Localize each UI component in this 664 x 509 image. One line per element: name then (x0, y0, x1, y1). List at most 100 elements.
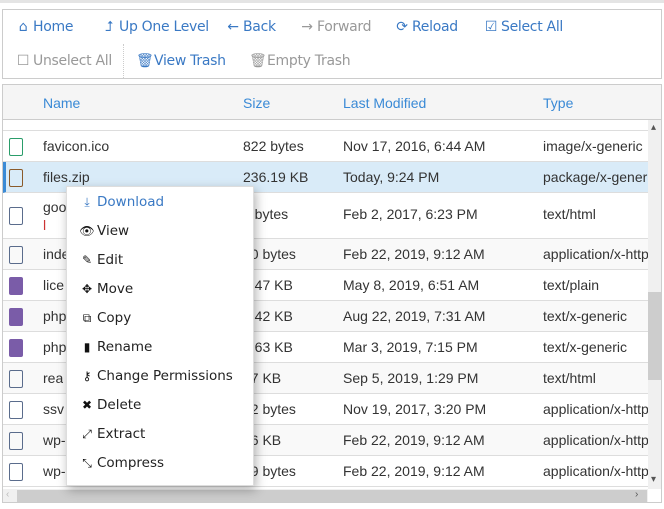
menu-item-extract[interactable]: ⤢ Extract (79, 426, 145, 442)
file-name-wrap: l (43, 217, 47, 233)
home-icon: ⌂ (18, 19, 28, 35)
file-type: package/x-generic (543, 169, 651, 185)
reload-button[interactable]: ⟳ Reload (394, 19, 458, 35)
back-label: Back (243, 19, 276, 35)
menu-item-label: Rename (97, 339, 153, 355)
file-modified: Nov 19, 2017, 3:20 PM (343, 401, 487, 417)
code-file-icon (9, 431, 23, 450)
menu-item-copy[interactable]: ⧉ Copy (79, 310, 132, 326)
pencil-icon: ✎ (81, 253, 93, 267)
toolbar: ⌂ Home ⮥ Up One Level ← Back → Forward ⟳ Relo… (2, 9, 662, 79)
text-file-icon (9, 307, 23, 326)
scroll-left-icon[interactable]: ‹ (6, 489, 9, 500)
file-type: application/x-httpd-php (543, 246, 648, 262)
menu-item-compress[interactable]: ⤡ Compress (79, 455, 164, 471)
file-name: wp- (43, 432, 66, 448)
move-arrows-icon: ✥ (81, 282, 93, 296)
file-type: application/x-httpd-php (543, 432, 648, 448)
expand-icon: ⤢ (82, 427, 92, 441)
menu-item-edit[interactable]: ✎ Edit (79, 252, 123, 268)
menu-item-label: Delete (97, 397, 142, 413)
arrow-left-icon: ← (227, 19, 239, 35)
file-name: php (43, 308, 67, 324)
key-icon: ⚷ (82, 369, 92, 383)
image-file-icon (9, 137, 23, 156)
unselect-all-label: Unselect All (33, 53, 112, 69)
level-up-icon: ⮥ (105, 19, 113, 35)
file-modified: Aug 22, 2019, 7:31 AM (343, 308, 486, 324)
toolbar-divider (123, 44, 124, 78)
empty-trash-button[interactable]: 🗑Empty Trash (249, 53, 351, 69)
vertical-scroll-thumb[interactable] (648, 292, 661, 380)
scroll-right-icon[interactable]: › (635, 489, 638, 500)
file-modified: Sep 5, 2019, 1:29 PM (343, 370, 479, 386)
home-label: Home (33, 19, 74, 35)
file-modified: Feb 22, 2019, 9:12 AM (343, 432, 485, 448)
file-size: 236.19 KB (243, 169, 309, 185)
file-modified: May 8, 2019, 6:51 AM (343, 277, 480, 293)
view-trash-label: View Trash (154, 53, 226, 69)
menu-item-delete[interactable]: ✖ Delete (79, 397, 141, 413)
file-name: php (43, 339, 67, 355)
top-border (0, 0, 664, 3)
code-file-icon (9, 462, 23, 481)
code-file-icon (9, 245, 23, 264)
zip-file-icon (9, 168, 23, 187)
file-modified: Mar 3, 2019, 7:15 PM (343, 339, 478, 355)
file-name: ssv (43, 401, 64, 417)
column-name[interactable]: Name (43, 95, 80, 111)
file-name: lice (43, 277, 65, 293)
file-type: text/html (543, 370, 596, 386)
select-all-button[interactable]: ☑ Select All (483, 19, 563, 35)
file-name: rea (43, 370, 64, 386)
forward-button[interactable]: → Forward (299, 19, 371, 35)
menu-item-change-permissions[interactable]: ⚷ Change Permissions (79, 368, 233, 384)
vertical-scrollbar[interactable]: ▴ ▾ (648, 120, 661, 489)
code-file-icon (9, 207, 23, 225)
text-file-icon (9, 338, 23, 357)
forward-label: Forward (317, 19, 372, 35)
arrow-right-icon: → (301, 19, 313, 35)
file-modified: Nov 17, 2016, 6:44 AM (343, 138, 486, 154)
scroll-down-icon[interactable]: ▾ (651, 474, 656, 485)
code-file-icon (9, 369, 23, 388)
view-trash-button[interactable]: 🗑View Trash (136, 53, 226, 69)
back-button[interactable]: ← Back (225, 19, 276, 35)
file-modified: Today, 9:24 PM (343, 169, 440, 185)
menu-item-view[interactable]: 👁 View (79, 223, 129, 239)
horizontal-scroll-thumb[interactable] (17, 490, 647, 502)
menu-item-label: Change Permissions (97, 368, 233, 384)
column-last-modified[interactable]: Last Modified (343, 95, 426, 111)
file-type: application/x-httpd-php (543, 463, 648, 479)
text-file-icon (9, 276, 23, 295)
column-size[interactable]: Size (243, 95, 270, 111)
unselect-all-button[interactable]: ☐ Unselect All (15, 53, 112, 69)
up-label: Up One Level (119, 19, 209, 35)
table-header: Name Size Last Modified Type (3, 85, 661, 120)
file-modified: Feb 22, 2019, 9:12 AM (343, 463, 485, 479)
menu-item-download[interactable]: ⤓ Download (79, 194, 164, 210)
table-row[interactable]: favicon.ico 822 bytes Nov 17, 2016, 6:44 A… (3, 131, 648, 162)
file-type: text/plain (543, 277, 600, 293)
menu-item-label: Extract (97, 426, 146, 442)
file-size: 822 bytes (243, 138, 304, 154)
file-name: goo (43, 199, 67, 215)
horizontal-scrollbar[interactable]: ‹ › (3, 489, 648, 502)
menu-item-label: Download (97, 194, 165, 210)
empty-box-icon: ☐ (16, 53, 30, 69)
scroll-up-icon[interactable]: ▴ (651, 122, 656, 133)
up-one-level-button[interactable]: ⮥ Up One Level (101, 19, 209, 35)
column-type[interactable]: Type (543, 95, 573, 111)
home-button[interactable]: ⌂ Home (15, 19, 74, 35)
menu-item-label: Copy (97, 310, 132, 326)
checked-box-icon: ☑ (484, 19, 498, 35)
eye-icon: 👁 (79, 224, 95, 238)
code-file-icon (9, 400, 23, 419)
menu-item-move[interactable]: ✥ Move (79, 281, 133, 297)
context-menu: ⤓ Download 👁 View ✎ Edit ✥ Move ⧉ Copy ▮ Rename ⚷ Cha… (66, 186, 254, 486)
file-name: favicon.ico (43, 138, 110, 154)
menu-item-rename[interactable]: ▮ Rename (79, 339, 153, 355)
file-name: files.zip (43, 169, 90, 185)
copy-icon: ⧉ (82, 311, 92, 325)
menu-item-label: View (97, 223, 130, 239)
